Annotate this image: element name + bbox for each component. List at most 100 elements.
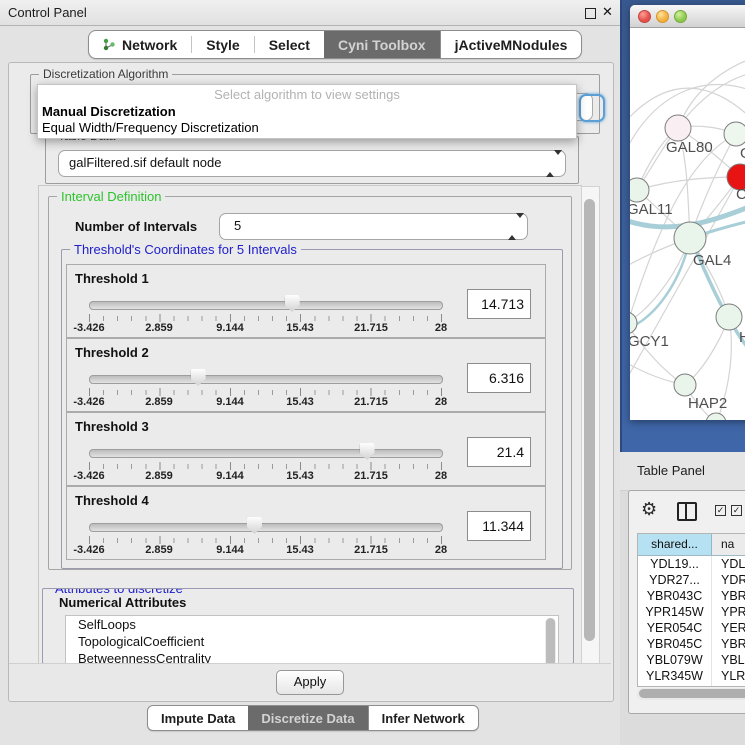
tab-select[interactable]: Select <box>255 31 324 58</box>
tick-label: 15.43 <box>286 544 314 556</box>
cell[interactable]: YLR345W <box>638 668 712 684</box>
apply-button[interactable]: Apply <box>276 670 344 695</box>
cell[interactable]: YER054C <box>638 620 712 636</box>
threshold-4-value-field[interactable]: 11.344 <box>467 511 531 541</box>
cell[interactable]: YBL079W <box>638 652 712 668</box>
column-header-name[interactable]: na <box>712 534 745 555</box>
dropdown-option-equal-width[interactable]: Equal Width/Frequency Discretization <box>38 120 576 136</box>
network-node-label: H <box>739 329 745 346</box>
network-node-h[interactable] <box>716 304 742 330</box>
table-data-combobox[interactable]: galFiltered.sif default node <box>58 150 566 177</box>
column-header-shared-name[interactable]: shared... <box>638 534 712 555</box>
minimize-button[interactable] <box>656 10 669 23</box>
threshold-1-slider[interactable] <box>89 301 443 310</box>
table-row[interactable]: YLR345WYLR3 <box>638 668 745 684</box>
close-button[interactable] <box>638 10 651 23</box>
tab-discretize-data[interactable]: Discretize Data <box>248 706 367 730</box>
control-panel: Control Panel ✕ Network Style Select Cyn… <box>0 0 621 745</box>
cell[interactable]: YDR27... <box>638 572 712 588</box>
cell[interactable]: YBL0 <box>712 652 745 668</box>
tab-infer-network[interactable]: Infer Network <box>368 706 478 730</box>
list-item[interactable]: BetweennessCentrality <box>66 650 558 664</box>
network-node[interactable] <box>706 413 726 420</box>
network-node-label: GAL80 <box>666 139 713 156</box>
settings-gear-icon[interactable]: ⚙ <box>641 499 657 520</box>
network-node-label: G <box>740 145 745 162</box>
tab-impute-data[interactable]: Impute Data <box>148 706 248 730</box>
dropdown-option-manual[interactable]: Manual Discretization <box>38 104 576 120</box>
checkbox-icon[interactable]: ✓ <box>731 505 742 516</box>
scrollbar-thumb[interactable] <box>639 689 745 698</box>
cell[interactable]: YIL052C <box>638 684 712 687</box>
close-icon[interactable]: ✕ <box>602 4 613 20</box>
network-node-gal11[interactable] <box>630 178 649 202</box>
spinner-arrows-icon <box>508 218 517 234</box>
combobox-arrows-icon <box>546 155 555 171</box>
table-row[interactable]: YBR043CYBR0 <box>638 588 745 604</box>
cell[interactable]: YBR043C <box>638 588 712 604</box>
scrollbar-thumb[interactable] <box>584 199 595 641</box>
tab-jactivemnodules[interactable]: jActiveMNodules <box>440 31 582 58</box>
list-scrollbar[interactable] <box>545 618 556 664</box>
tick-label: 9.144 <box>216 470 244 482</box>
horizontal-scrollbar[interactable] <box>637 688 745 700</box>
tab-style[interactable]: Style <box>192 31 253 58</box>
scrollbar-thumb[interactable] <box>546 618 555 664</box>
network-canvas[interactable]: GAL80GCGAL11GAL4GCY1HHAP2 <box>630 27 745 420</box>
threshold-2-value-field[interactable]: 6.316 <box>467 363 531 393</box>
network-nodes: GAL80GCGAL11GAL4GCY1HHAP2 <box>630 115 745 420</box>
list-item[interactable]: SelfLoops <box>66 616 558 633</box>
network-node-gal4[interactable] <box>674 222 706 254</box>
cell[interactable]: YIL0 <box>712 684 745 687</box>
table-row[interactable]: YBL079WYBL0 <box>638 652 745 668</box>
num-intervals-spinner[interactable]: 5 <box>219 213 528 240</box>
cell[interactable]: YDL1 <box>712 556 745 572</box>
apply-bar: Apply <box>9 663 611 700</box>
threshold-3-value-field[interactable]: 21.4 <box>467 437 531 467</box>
split-view-icon[interactable] <box>677 502 697 521</box>
cell[interactable]: YPR1 <box>712 604 745 620</box>
threshold-1-value-field[interactable]: 14.713 <box>467 289 531 319</box>
network-node-gal80[interactable] <box>665 115 691 141</box>
list-item[interactable]: TopologicalCoefficient <box>66 633 558 650</box>
float-window-icon[interactable] <box>585 8 596 19</box>
table-row[interactable]: YDR27...YDR2 <box>638 572 745 588</box>
cell[interactable]: YPR145W <box>638 604 712 620</box>
tick-label: 21.715 <box>354 396 388 408</box>
tick-label: 28 <box>435 544 447 556</box>
tick-label: 28 <box>435 470 447 482</box>
cell[interactable]: YBR0 <box>712 636 745 652</box>
threshold-4-panel: Threshold 4 -3.426 2.859 9.144 15.43 21.… <box>66 486 546 560</box>
zoom-button[interactable] <box>674 10 687 23</box>
threshold-2-slider[interactable] <box>89 375 443 384</box>
network-edge[interactable] <box>630 88 745 122</box>
tick-label: 28 <box>435 396 447 408</box>
vertical-scrollbar[interactable] <box>581 186 600 664</box>
tab-cyni-toolbox[interactable]: Cyni Toolbox <box>324 31 440 58</box>
threshold-4-slider[interactable] <box>89 523 443 532</box>
table-row[interactable]: YDL19...YDL1 <box>638 556 745 572</box>
network-node-gcy1[interactable] <box>630 312 637 334</box>
network-node-g[interactable] <box>724 122 745 146</box>
network-node-label: HAP2 <box>688 395 727 412</box>
table-row[interactable]: YER054CYER0 <box>638 620 745 636</box>
cell[interactable]: YER0 <box>712 620 745 636</box>
tab-label: jActiveMNodules <box>455 37 568 53</box>
cell[interactable]: YBR0 <box>712 588 745 604</box>
network-view-window: GAL80GCGAL11GAL4GCY1HHAP2 <box>630 5 745 420</box>
cell[interactable]: YBR045C <box>638 636 712 652</box>
tab-label: Style <box>206 37 239 53</box>
cell[interactable]: YDL19... <box>638 556 712 572</box>
table-row[interactable]: YIL052CYIL0 <box>638 684 745 687</box>
cell[interactable]: YLR3 <box>712 668 745 684</box>
table-row[interactable]: YPR145WYPR1 <box>638 604 745 620</box>
checkbox-icon[interactable]: ✓ <box>715 505 726 516</box>
threshold-3-slider[interactable] <box>89 449 443 458</box>
tab-network[interactable]: Network <box>89 31 191 58</box>
cell[interactable]: YDR2 <box>712 572 745 588</box>
attributes-list: SelfLoops TopologicalCoefficient Between… <box>65 615 559 664</box>
tick-label: -3.426 <box>73 544 104 556</box>
panel-title: Control Panel <box>8 5 87 20</box>
network-node-hap2[interactable] <box>674 374 696 396</box>
table-row[interactable]: YBR045CYBR0 <box>638 636 745 652</box>
